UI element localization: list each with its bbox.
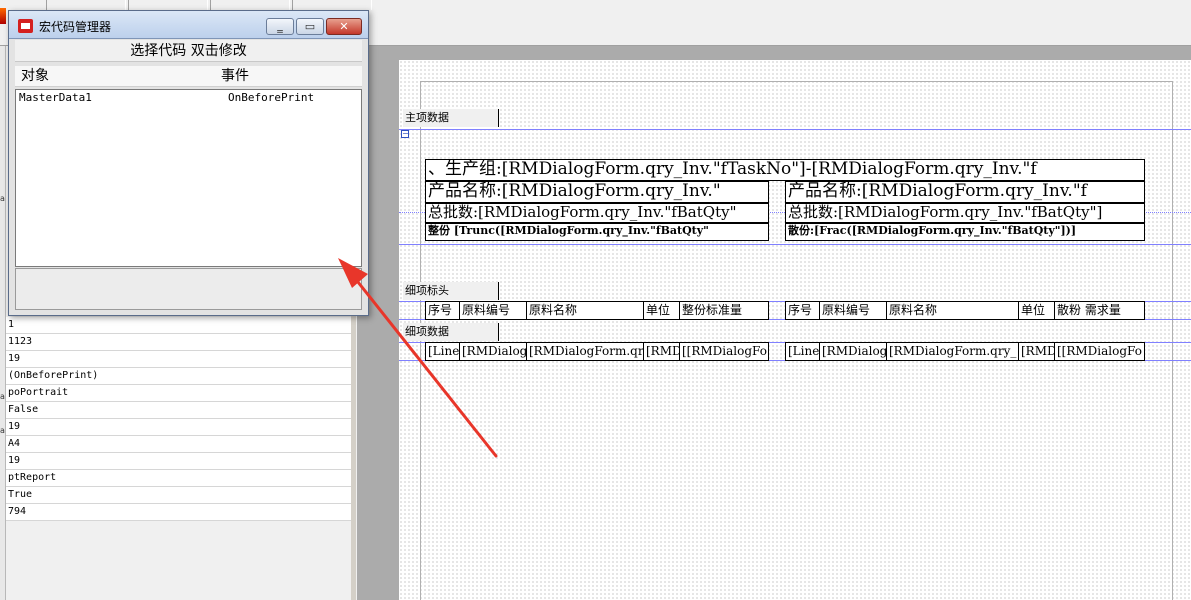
band-separator: [399, 129, 1191, 130]
property-value[interactable]: poPortrait: [6, 385, 351, 402]
maximize-button[interactable]: ▭: [296, 18, 324, 35]
column-header-object[interactable]: 对象: [21, 66, 49, 86]
memo-product-name-right[interactable]: 产品名称:[RMDialogForm.qry_Inv."f: [785, 181, 1145, 203]
data-cell[interactable]: [RMDialog: [819, 342, 887, 361]
window-title: 宏代码管理器: [39, 20, 112, 34]
minimize-button[interactable]: ‗: [266, 18, 294, 35]
header-cell[interactable]: 序号: [425, 301, 460, 320]
header-cell[interactable]: 序号: [785, 301, 820, 320]
data-cell[interactable]: [Line: [425, 342, 460, 361]
macro-code-preview[interactable]: [15, 268, 362, 310]
macro-hint-label: 选择代码 双击修改: [15, 40, 362, 62]
toolbar-button[interactable]: [46, 0, 126, 10]
band-label-master[interactable]: 主项数据: [403, 109, 499, 127]
property-value[interactable]: (OnBeforePrint): [6, 368, 351, 385]
property-value[interactable]: 794: [6, 504, 351, 521]
column-header-event[interactable]: 事件: [221, 66, 249, 86]
memo-loose-portion[interactable]: 散份:[Frac([RMDialogForm.qry_Inv."fBatQty"…: [785, 223, 1145, 241]
list-item[interactable]: MasterData1 OnBeforePrint: [16, 90, 361, 106]
toolbar-button[interactable]: [128, 0, 208, 10]
header-cell[interactable]: 整份标准量: [679, 301, 769, 320]
memo-product-name-left[interactable]: 产品名称:[RMDialogForm.qry_Inv.": [425, 181, 769, 203]
data-cell[interactable]: [[RMDialogFo: [679, 342, 769, 361]
collapse-icon[interactable]: −: [401, 130, 409, 138]
data-cell[interactable]: [RMDialogForm.qr: [526, 342, 644, 361]
maximize-icon: ▭: [304, 20, 316, 33]
header-cell[interactable]: 原料名称: [886, 301, 1019, 320]
property-value[interactable]: 1: [6, 317, 351, 334]
data-cell[interactable]: [RMDialog: [459, 342, 527, 361]
property-value[interactable]: False: [6, 402, 351, 419]
property-value[interactable]: 1123: [6, 334, 351, 351]
close-button[interactable]: ✕: [326, 18, 362, 35]
header-cell[interactable]: 原料编号: [459, 301, 527, 320]
header-cell[interactable]: 原料名称: [526, 301, 644, 320]
macro-event-name: OnBeforePrint: [228, 91, 315, 104]
macro-list[interactable]: MasterData1 OnBeforePrint: [15, 89, 362, 267]
header-cell[interactable]: 散粉 需求量: [1054, 301, 1145, 320]
band-label-detail-header[interactable]: 细项标头: [403, 282, 499, 300]
toolbar-button[interactable]: [210, 0, 290, 10]
property-value[interactable]: ptReport: [6, 470, 351, 487]
macro-manager-window[interactable]: 宏代码管理器 ‗ ▭ ✕ 选择代码 双击修改 对象 事件 MasterData1…: [8, 10, 369, 316]
property-value[interactable]: 19: [6, 419, 351, 436]
data-cell[interactable]: [RMDi: [643, 342, 680, 361]
band-separator: [399, 244, 1191, 245]
property-value[interactable]: 19: [6, 351, 351, 368]
memo-total-batch-right[interactable]: 总批数:[RMDialogForm.qry_Inv."fBatQty"]: [785, 203, 1145, 223]
inspector-row-marker: a: [0, 194, 5, 203]
designer-canvas[interactable]: 主项数据 − 、生产组:[RMDialogForm.qry_Inv."fTask…: [357, 46, 1191, 600]
toolbar-button[interactable]: [292, 0, 372, 10]
band-label-detail-data[interactable]: 细项数据: [403, 323, 499, 341]
data-cell[interactable]: [RMDialogForm.qry_: [886, 342, 1019, 361]
window-titlebar[interactable]: 宏代码管理器 ‗ ▭ ✕: [9, 11, 368, 39]
header-cell[interactable]: 单位: [1018, 301, 1055, 320]
app-logo-icon: [0, 8, 6, 24]
macro-object-name: MasterData1: [19, 91, 92, 104]
minimize-icon: ‗: [277, 20, 283, 33]
data-cell[interactable]: [RMDi: [1018, 342, 1055, 361]
memo-whole-portion[interactable]: 整份 [Trunc([RMDialogForm.qry_Inv."fBatQty…: [425, 223, 769, 241]
app-icon: [18, 19, 33, 33]
memo-production-group[interactable]: 、生产组:[RMDialogForm.qry_Inv."fTaskNo"]-[R…: [425, 159, 1145, 181]
close-icon: ✕: [339, 20, 349, 33]
header-cell[interactable]: 单位: [643, 301, 680, 320]
macro-list-header: 对象 事件: [15, 66, 362, 87]
report-page[interactable]: 主项数据 − 、生产组:[RMDialogForm.qry_Inv."fTask…: [399, 60, 1191, 600]
data-cell[interactable]: [Line: [785, 342, 820, 361]
property-value[interactable]: A4: [6, 436, 351, 453]
header-cell[interactable]: 原料编号: [819, 301, 887, 320]
property-value[interactable]: True: [6, 487, 351, 504]
memo-total-batch-left[interactable]: 总批数:[RMDialogForm.qry_Inv."fBatQty": [425, 203, 769, 223]
data-cell[interactable]: [[RMDialogFo: [1054, 342, 1145, 361]
property-value[interactable]: 19: [6, 453, 351, 470]
